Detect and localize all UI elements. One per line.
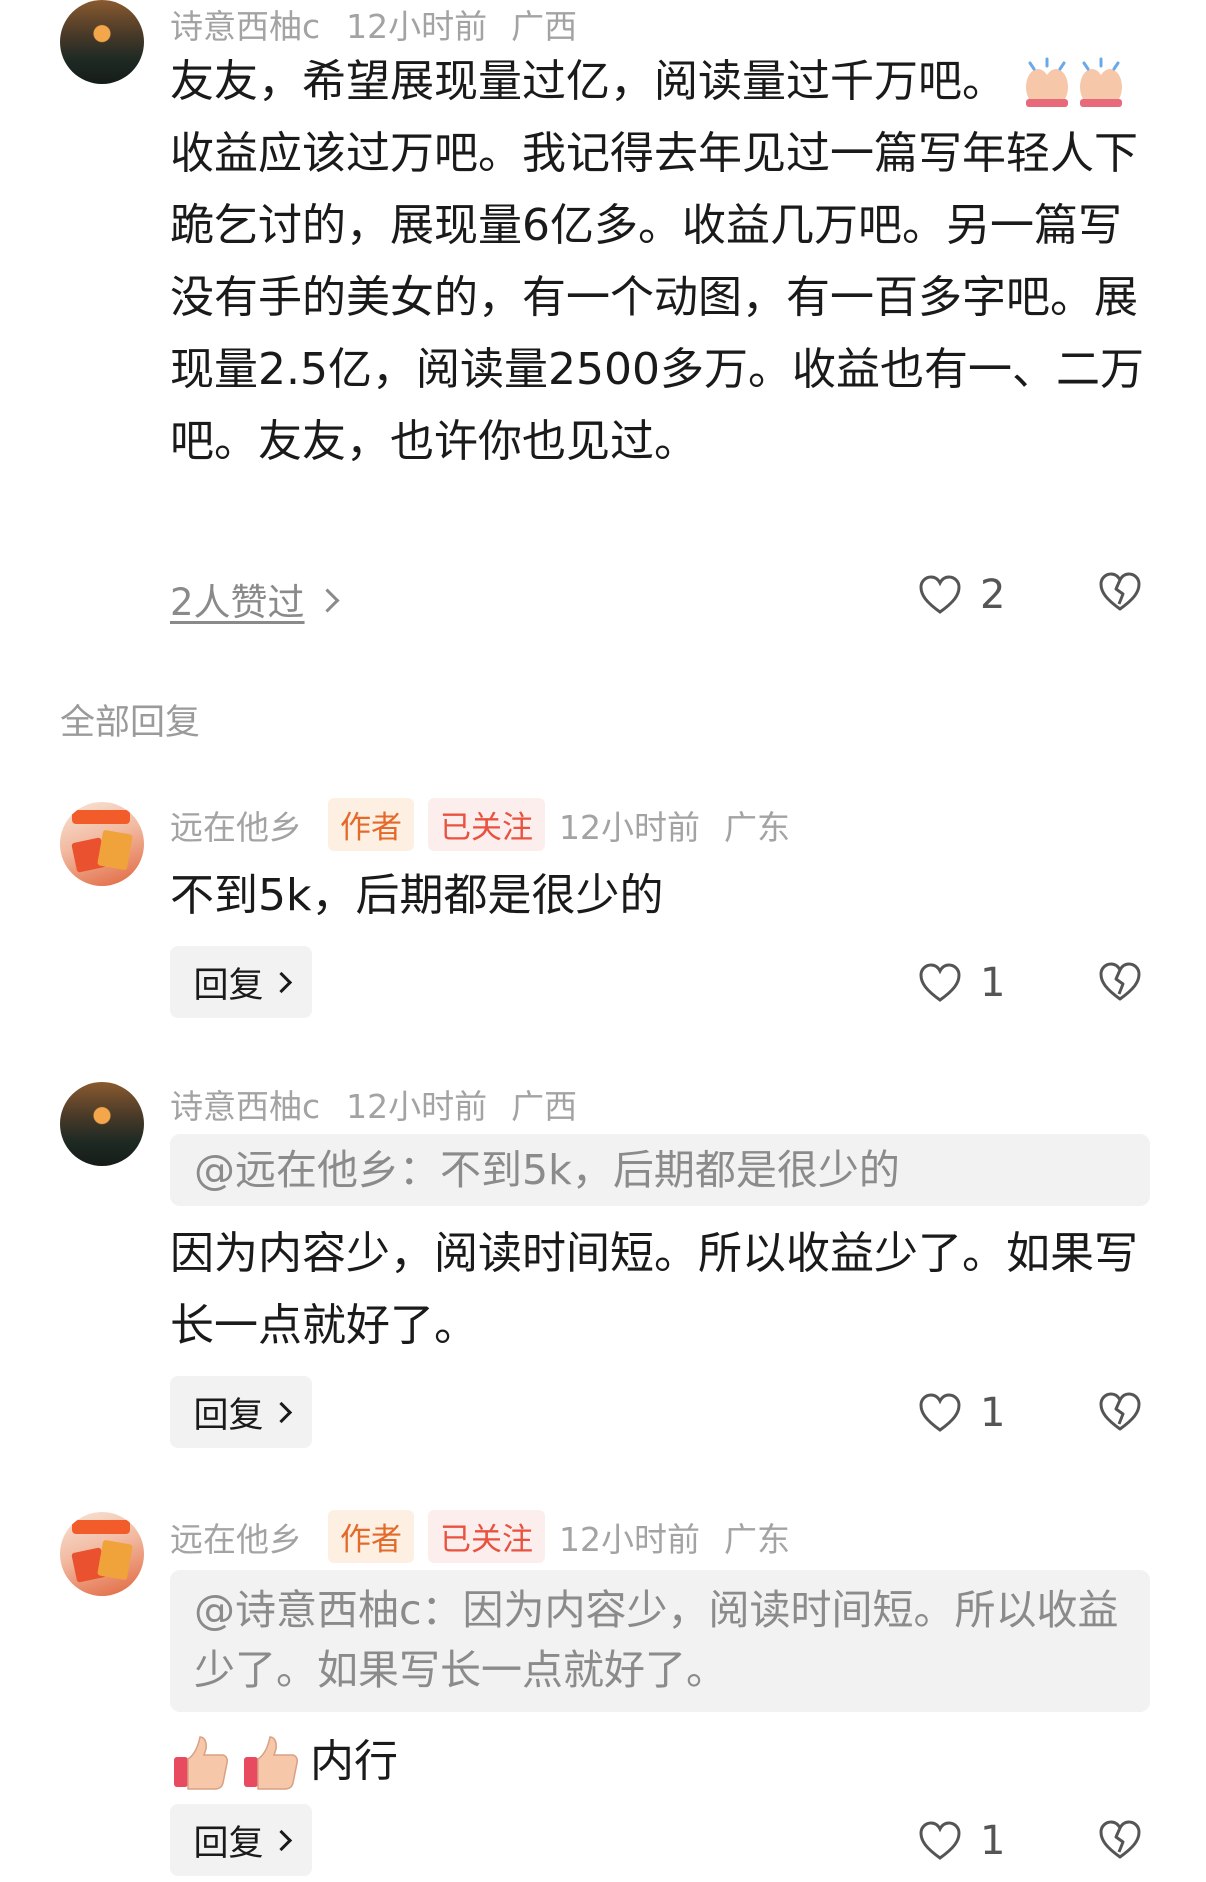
reply-button[interactable]: 回复 <box>170 1804 312 1876</box>
reply-button[interactable]: 回复 <box>170 1376 312 1448</box>
broken-heart-icon <box>1099 1392 1141 1431</box>
location: 广西 <box>511 7 578 46</box>
reply-meta: 远在他乡 作者 已关注 12小时前 广东 <box>170 1510 790 1563</box>
raising-hands-icon <box>1026 57 1068 107</box>
username[interactable]: 远在他乡 <box>170 1513 302 1561</box>
section-title: 全部回复 <box>60 703 201 743</box>
avatar[interactable] <box>60 1082 144 1166</box>
likers-link[interactable]: 2人赞过 <box>170 572 340 626</box>
dislike-button[interactable] <box>1098 1392 1142 1436</box>
like-count: 1 <box>980 960 1006 1006</box>
location: 广东 <box>724 1519 790 1559</box>
likers-label: 2人赞过 <box>170 581 305 624</box>
reply-label: 回复 <box>193 1395 264 1436</box>
like-count: 2 <box>980 572 1006 618</box>
dislike-button[interactable] <box>1098 1820 1142 1864</box>
following-badge: 已关注 <box>428 1510 545 1563</box>
reply-text: 内行 <box>310 1736 398 1787</box>
dislike-button[interactable] <box>1098 962 1142 1006</box>
heart-icon <box>919 1821 961 1860</box>
timestamp: 12小时前 <box>346 7 488 46</box>
quoted-reply[interactable]: @远在他乡：不到5k，后期都是很少的 <box>170 1134 1150 1206</box>
avatar[interactable] <box>60 0 144 84</box>
comment-text-rest: 收益应该过万吧。我记得去年见过一篇写年轻人下跪乞讨的，展现量6亿多。收益几万吧。… <box>170 128 1144 467</box>
like-button[interactable]: 2 <box>918 572 1005 618</box>
following-badge: 已关注 <box>428 798 545 851</box>
author-badge: 作者 <box>328 1510 414 1563</box>
reply-meta: 诗意西柚c 12小时前 广西 <box>170 1080 577 1128</box>
comment-text: 友友，希望展现量过亿，阅读量过千万吧。 收益应该过万吧。我记得去年见过一篇写年轻… <box>170 46 1150 478</box>
reply-text-row: 内行 <box>170 1726 1150 1798</box>
chevron-right-icon <box>270 1401 292 1423</box>
avatar[interactable] <box>60 1512 144 1596</box>
timestamp: 12小时前 <box>346 1087 488 1126</box>
broken-heart-icon <box>1099 1820 1141 1859</box>
reply-label: 回复 <box>193 1823 264 1864</box>
reply-text: 因为内容少，阅读时间短。所以收益少了。如果写长一点就好了。 <box>170 1228 1138 1351</box>
comment-text-line1: 友友，希望展现量过亿，阅读量过千万吧。 <box>170 56 1006 107</box>
chevron-right-icon <box>270 1829 292 1851</box>
heart-icon <box>919 963 961 1002</box>
reply-meta: 远在他乡 作者 已关注 12小时前 广东 <box>170 798 790 851</box>
thumbs-up-icon <box>244 1736 298 1790</box>
chevron-right-icon <box>315 588 340 613</box>
reply-button[interactable]: 回复 <box>170 946 312 1018</box>
timestamp: 12小时前 <box>559 807 700 847</box>
broken-heart-icon <box>1099 572 1141 611</box>
like-button[interactable]: 1 <box>918 1818 1005 1864</box>
reply-text: 不到5k，后期都是很少的 <box>170 870 664 921</box>
author-badge: 作者 <box>328 798 414 851</box>
like-button[interactable]: 1 <box>918 960 1005 1006</box>
chevron-right-icon <box>270 971 292 993</box>
location: 广东 <box>724 807 790 847</box>
timestamp: 12小时前 <box>559 1519 700 1559</box>
like-count: 1 <box>980 1390 1006 1436</box>
username[interactable]: 诗意西柚c <box>170 1080 320 1128</box>
like-button[interactable]: 1 <box>918 1390 1005 1436</box>
username[interactable]: 诗意西柚c <box>170 0 320 48</box>
thumbs-up-icon <box>174 1736 228 1790</box>
like-count: 1 <box>980 1818 1006 1864</box>
comment-meta: 诗意西柚c 12小时前 广西 <box>170 0 577 48</box>
quoted-reply[interactable]: @诗意西柚c：因为内容少，阅读时间短。所以收益少了。如果写长一点就好了。 <box>170 1570 1150 1712</box>
broken-heart-icon <box>1099 962 1141 1001</box>
avatar[interactable] <box>60 802 144 886</box>
reply-label: 回复 <box>193 965 264 1006</box>
location: 广西 <box>511 1087 578 1126</box>
dislike-button[interactable] <box>1098 572 1142 616</box>
heart-icon <box>919 575 961 614</box>
username[interactable]: 远在他乡 <box>170 801 302 849</box>
heart-icon <box>919 1393 961 1432</box>
raising-hands-icon <box>1080 57 1122 107</box>
